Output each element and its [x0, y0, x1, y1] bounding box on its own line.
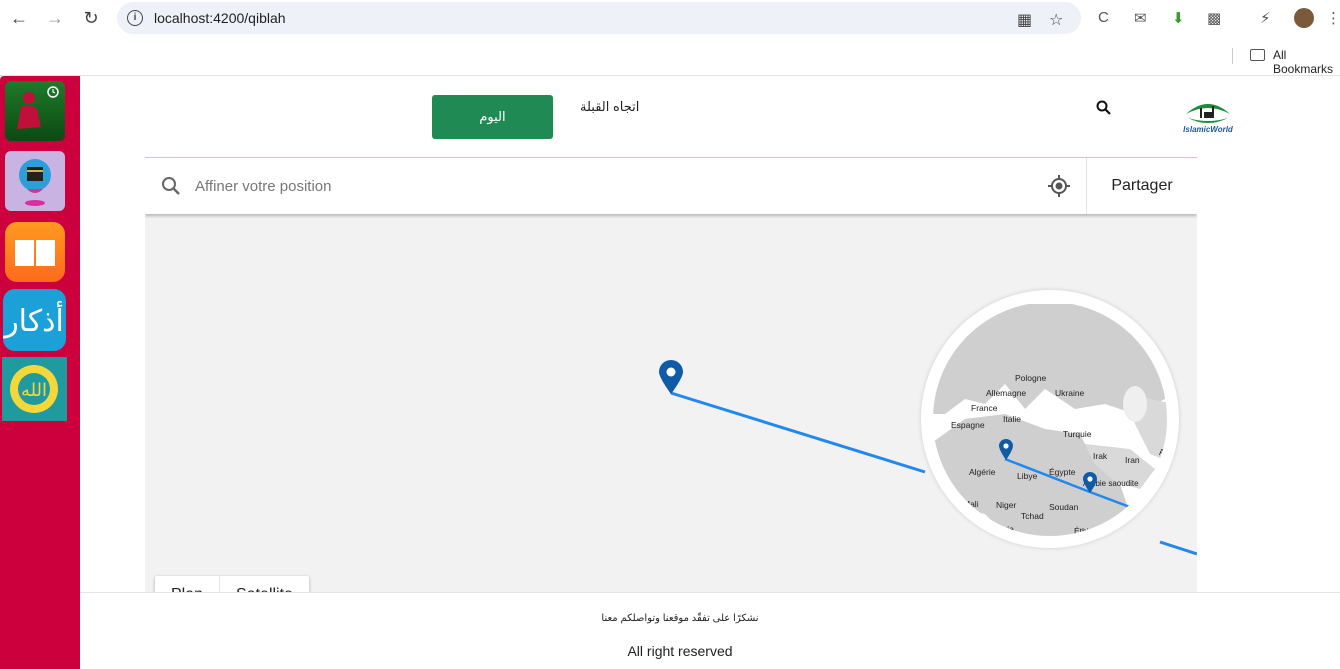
qibla-direction-link[interactable]: اتجاه القبلة [580, 99, 639, 115]
map-label: Turquie [1063, 429, 1092, 439]
qibla-direction-line-continuation [1159, 540, 1197, 556]
avatar[interactable] [1294, 8, 1314, 28]
my-location-icon[interactable] [1047, 174, 1071, 203]
qiblah-map[interactable]: Pologne Allemagne Ukraine France Italie … [145, 214, 1197, 593]
map-label: Italie [1003, 414, 1021, 424]
copyright-text: All right reserved [627, 643, 733, 659]
map-label: Kenya [1073, 550, 1097, 560]
map-label: Algérie [969, 467, 996, 477]
logo-text: IslamicWorld [1183, 125, 1234, 134]
search-icon [161, 176, 181, 201]
qiblah-page: اليوم اتجاه القبلة IslamicWorld Partager [80, 76, 1340, 669]
position-search-input[interactable] [195, 172, 1015, 200]
page-footer: نشكرًا على تفقّد موقعنا وتواصلكم معنا Al… [80, 592, 1340, 669]
globe-inset: Pologne Allemagne Ukraine France Italie … [921, 290, 1179, 579]
forward-icon[interactable]: → [45, 8, 65, 28]
footer-tagline: نشكرًا على تفقّد موقعنا وتواصلكم معنا [601, 613, 759, 624]
map-label: RD Congo [1023, 555, 1063, 565]
all-bookmarks-link[interactable]: All Bookmarks [1273, 48, 1340, 76]
folder-icon[interactable] [1250, 49, 1265, 61]
quran-book-app-icon[interactable] [5, 222, 65, 282]
map-label: Ukraine [1055, 388, 1085, 398]
search-icon[interactable] [1096, 100, 1112, 121]
menu-icon[interactable]: ⋮ [1326, 9, 1340, 27]
map-type-plan-button[interactable]: Plan [155, 576, 219, 593]
app-sidebar: أذكار الله [0, 76, 80, 669]
bookmarks-bar: All Bookmarks [0, 36, 1340, 76]
adhkar-calligraphy-icon: أذكار [3, 300, 64, 339]
map-label: Espagne [951, 420, 985, 430]
map-type-satellite-button[interactable]: Satellite [220, 576, 309, 593]
qiblah-map-card: Partager [145, 157, 1197, 593]
share-button[interactable]: Partager [1087, 158, 1197, 214]
islamic-world-logo[interactable]: IslamicWorld [1166, 96, 1250, 136]
adhkar-app-icon[interactable]: أذكار [3, 289, 66, 351]
url-text[interactable]: localhost:4200/qiblah [154, 10, 286, 26]
map-label: Tanzanie [1065, 569, 1099, 579]
map-pin-kaaba-icon [19, 159, 51, 206]
map-label: Niger [996, 500, 1016, 510]
map-label: Allemagne [986, 388, 1026, 398]
map-label: Iran [1125, 455, 1140, 465]
map-label: Irak [1093, 451, 1108, 461]
today-button[interactable]: اليوم [432, 95, 553, 139]
back-icon[interactable]: ← [9, 8, 29, 28]
kaaba-location-app-icon[interactable] [5, 151, 65, 211]
svg-text:أذكار: أذكار [3, 300, 64, 339]
map-label: Tchad [1021, 511, 1044, 521]
allah-calligraphy-app-icon[interactable]: الله [2, 357, 67, 421]
site-info-icon[interactable]: i [127, 10, 143, 26]
reload-icon[interactable]: ↻ [81, 8, 101, 28]
qibla-direction-line [670, 391, 926, 474]
download-arrow-icon[interactable]: ⬇ [1172, 9, 1185, 27]
map-label: Soudan [1049, 502, 1079, 512]
mail-icon[interactable]: ✉ [1134, 9, 1147, 27]
map-label: Égypte [1049, 467, 1076, 477]
prayer-times-app-icon[interactable] [5, 81, 65, 141]
map-canvas[interactable]: Pologne Allemagne Ukraine France Italie … [145, 214, 1197, 593]
translate-icon[interactable]: ▦ [1017, 10, 1032, 30]
location-search-bar: Partager [145, 158, 1197, 214]
map-label: France [971, 403, 998, 413]
divider [1232, 48, 1233, 64]
bookmark-star-icon[interactable]: ☆ [1049, 10, 1063, 30]
map-type-control: Plan Satellite [155, 576, 309, 593]
user-location-pin-icon[interactable] [659, 360, 683, 394]
address-bar[interactable]: i localhost:4200/qiblah ▦ ☆ [117, 2, 1081, 34]
extension-icon[interactable]: C [1098, 9, 1109, 26]
puzzle-icon[interactable]: ▩ [1207, 9, 1221, 27]
allah-flower-icon: الله [10, 365, 58, 413]
browser-toolbar: ← → ↻ i localhost:4200/qiblah ▦ ☆ C ✉ ⬇ … [0, 0, 1340, 36]
prayer-figure-icon [17, 86, 59, 129]
performance-icon[interactable]: ⚡ [1260, 9, 1271, 27]
open-book-icon [15, 240, 55, 266]
svg-text:الله: الله [21, 380, 47, 401]
map-label: Pologne [1015, 373, 1046, 383]
map-label: Libye [1017, 471, 1038, 481]
